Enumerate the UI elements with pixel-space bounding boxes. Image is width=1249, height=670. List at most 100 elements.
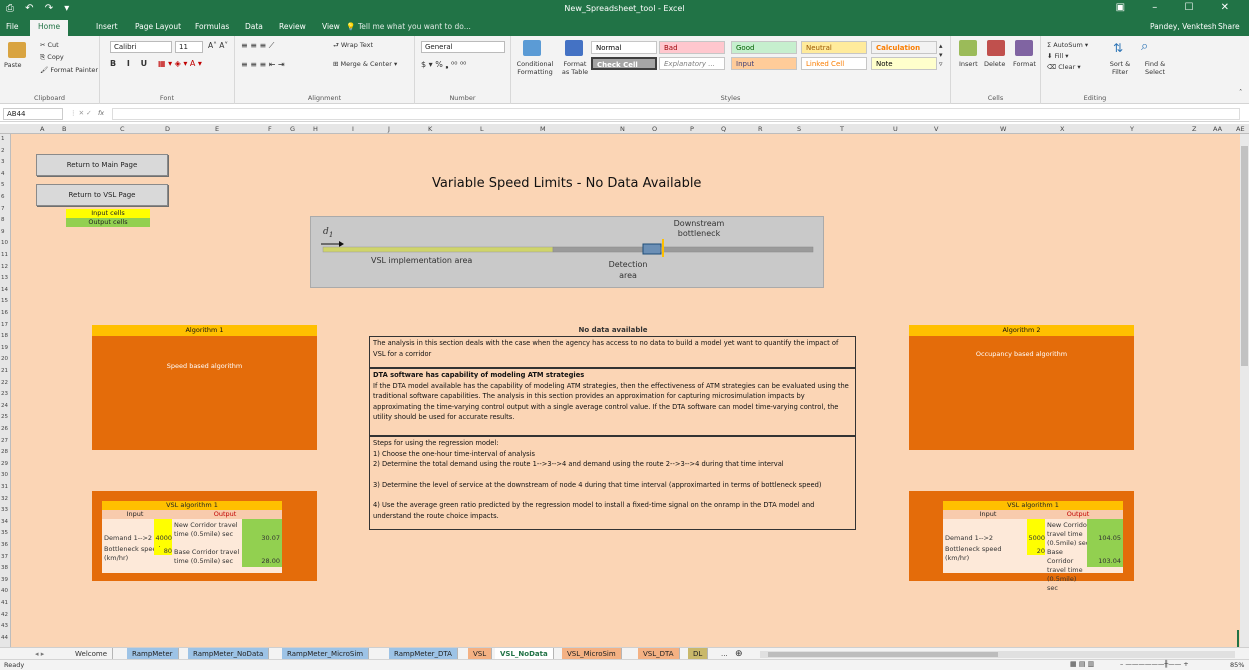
column-header[interactable]: O xyxy=(652,125,657,133)
number-format-select[interactable]: General xyxy=(421,41,505,53)
row-header[interactable]: 12 xyxy=(1,264,8,270)
tab-data[interactable]: Data xyxy=(245,22,263,31)
column-header[interactable]: W xyxy=(1000,125,1006,133)
row-header[interactable]: 40 xyxy=(1,588,8,594)
delete-cells-icon[interactable] xyxy=(987,40,1005,56)
column-header[interactable]: X xyxy=(1060,125,1064,133)
return-vsl-page-button[interactable]: Return to VSL Page xyxy=(36,184,168,206)
row-header[interactable]: 43 xyxy=(1,623,8,629)
style-normal[interactable]: Normal xyxy=(591,41,657,54)
format-cells-icon[interactable] xyxy=(1015,40,1033,56)
bold-italic-underline-buttons[interactable]: B I U xyxy=(110,59,151,68)
row-header[interactable]: 1 xyxy=(1,136,5,142)
style-note[interactable]: Note xyxy=(871,57,937,70)
vsl1-demand-input[interactable]: 4000 xyxy=(154,519,172,547)
row-header[interactable]: 10 xyxy=(1,240,8,246)
column-header[interactable]: E xyxy=(215,125,219,133)
row-header[interactable]: 24 xyxy=(1,403,8,409)
row-header[interactable]: 20 xyxy=(1,356,8,362)
horizontal-scrollbar[interactable] xyxy=(760,651,1235,658)
column-header[interactable]: D xyxy=(165,125,170,133)
row-header[interactable]: 11 xyxy=(1,252,8,258)
row-header[interactable]: 31 xyxy=(1,484,8,490)
row-header[interactable]: 36 xyxy=(1,542,8,548)
style-bad[interactable]: Bad xyxy=(659,41,725,54)
row-header[interactable]: 39 xyxy=(1,577,8,583)
wrap-text-button[interactable]: ⮐ Wrap Text xyxy=(333,41,373,52)
column-header[interactable]: G xyxy=(290,125,295,133)
row-header[interactable]: 38 xyxy=(1,565,8,571)
column-header[interactable]: V xyxy=(934,125,938,133)
column-header[interactable]: AA xyxy=(1213,125,1222,133)
sort-filter-button[interactable]: Sort & Filter xyxy=(1101,60,1139,76)
tab-page-layout[interactable]: Page Layout xyxy=(135,22,181,31)
tab-home[interactable]: Home xyxy=(30,20,69,36)
font-name-select[interactable]: Calibri xyxy=(110,41,172,53)
font-size-select[interactable]: 11 xyxy=(175,41,203,53)
row-header[interactable]: 37 xyxy=(1,554,8,560)
window-controls[interactable]: ▣ – ☐ ✕ xyxy=(1116,2,1241,13)
column-header[interactable]: R xyxy=(758,125,763,133)
column-header[interactable]: I xyxy=(352,125,354,133)
style-good[interactable]: Good xyxy=(731,41,797,54)
column-header[interactable]: L xyxy=(480,125,484,133)
font-color-icon[interactable]: ▦ ▾ ◈ ▾ A ▾ xyxy=(158,59,202,68)
cut-button[interactable]: ✂ Cut xyxy=(40,41,59,49)
column-header[interactable]: M xyxy=(540,125,546,133)
share-button[interactable]: Share xyxy=(1218,22,1240,31)
row-header[interactable]: 33 xyxy=(1,507,8,513)
tab-formulas[interactable]: Formulas xyxy=(195,22,229,31)
find-select-button[interactable]: Find & Select xyxy=(1137,60,1173,76)
align-left-icons[interactable]: ≡ ≡ ≡ ⇤ ⇥ xyxy=(241,60,285,69)
vsl1-bn-input[interactable]: 80 xyxy=(154,547,172,555)
sort-icon[interactable]: ⇅ xyxy=(1113,41,1123,55)
merge-center-button[interactable]: ⊞ Merge & Center ▾ xyxy=(333,60,397,68)
zoom-level[interactable]: 85% xyxy=(1230,661,1244,669)
column-header[interactable]: U xyxy=(893,125,898,133)
row-header[interactable]: 6 xyxy=(1,194,5,200)
column-header[interactable]: Q xyxy=(721,125,726,133)
format-table-icon[interactable] xyxy=(565,40,583,56)
paste-icon[interactable] xyxy=(8,42,26,58)
column-header[interactable]: H xyxy=(313,125,318,133)
column-header[interactable]: N xyxy=(620,125,625,133)
zoom-slider[interactable]: – ——————╫—— + xyxy=(1120,660,1189,668)
row-header[interactable]: 28 xyxy=(1,449,8,455)
style-linked-cell[interactable]: Linked Cell xyxy=(801,57,867,70)
style-neutral[interactable]: Neutral xyxy=(801,41,867,54)
column-header[interactable]: T xyxy=(840,125,844,133)
row-header[interactable]: 23 xyxy=(1,391,8,397)
column-header[interactable]: P xyxy=(690,125,694,133)
format-as-table-button[interactable]: Format as Table xyxy=(559,60,591,76)
column-header[interactable]: Y xyxy=(1130,125,1134,133)
find-icon[interactable]: ⌕ xyxy=(1141,39,1148,54)
grow-font-button[interactable]: A˄ A˅ xyxy=(208,41,228,50)
currency-percent-icons[interactable]: $ ▾ % ❟ ⁰⁰ ⁰⁰ xyxy=(421,60,466,70)
tab-insert[interactable]: Insert xyxy=(96,22,118,31)
fill-button[interactable]: ⬇ Fill ▾ xyxy=(1047,52,1069,60)
autosum-button[interactable]: Σ AutoSum ▾ xyxy=(1047,41,1088,49)
row-header[interactable]: 34 xyxy=(1,519,8,525)
paste-button[interactable]: Paste xyxy=(4,61,22,69)
row-header[interactable]: 13 xyxy=(1,275,8,281)
copy-button[interactable]: ⎘ Copy xyxy=(40,53,64,62)
vertical-scroll-thumb[interactable] xyxy=(1241,146,1248,366)
row-header[interactable]: 8 xyxy=(1,217,5,223)
styles-scroll[interactable]: ▴ ▾ ▿ xyxy=(939,42,943,69)
style-check-cell[interactable]: Check Cell xyxy=(591,57,657,70)
column-header[interactable]: K xyxy=(428,125,432,133)
row-header[interactable]: 5 xyxy=(1,182,5,188)
view-buttons[interactable]: ▦ ▤ ▥ xyxy=(1070,660,1094,668)
row-header[interactable]: 19 xyxy=(1,345,8,351)
row-header[interactable]: 35 xyxy=(1,530,8,536)
column-header[interactable]: B xyxy=(62,125,66,133)
row-header[interactable]: 15 xyxy=(1,298,8,304)
row-header[interactable]: 29 xyxy=(1,461,8,467)
row-header[interactable]: 22 xyxy=(1,380,8,386)
fx-icon[interactable]: fx xyxy=(98,109,104,117)
row-header[interactable]: 9 xyxy=(1,229,5,235)
row-header[interactable]: 25 xyxy=(1,414,8,420)
worksheet-area[interactable]: Return to Main Page Return to VSL Page I… xyxy=(11,134,1240,650)
tab-review[interactable]: Review xyxy=(279,22,306,31)
row-header[interactable]: 4 xyxy=(1,171,5,177)
